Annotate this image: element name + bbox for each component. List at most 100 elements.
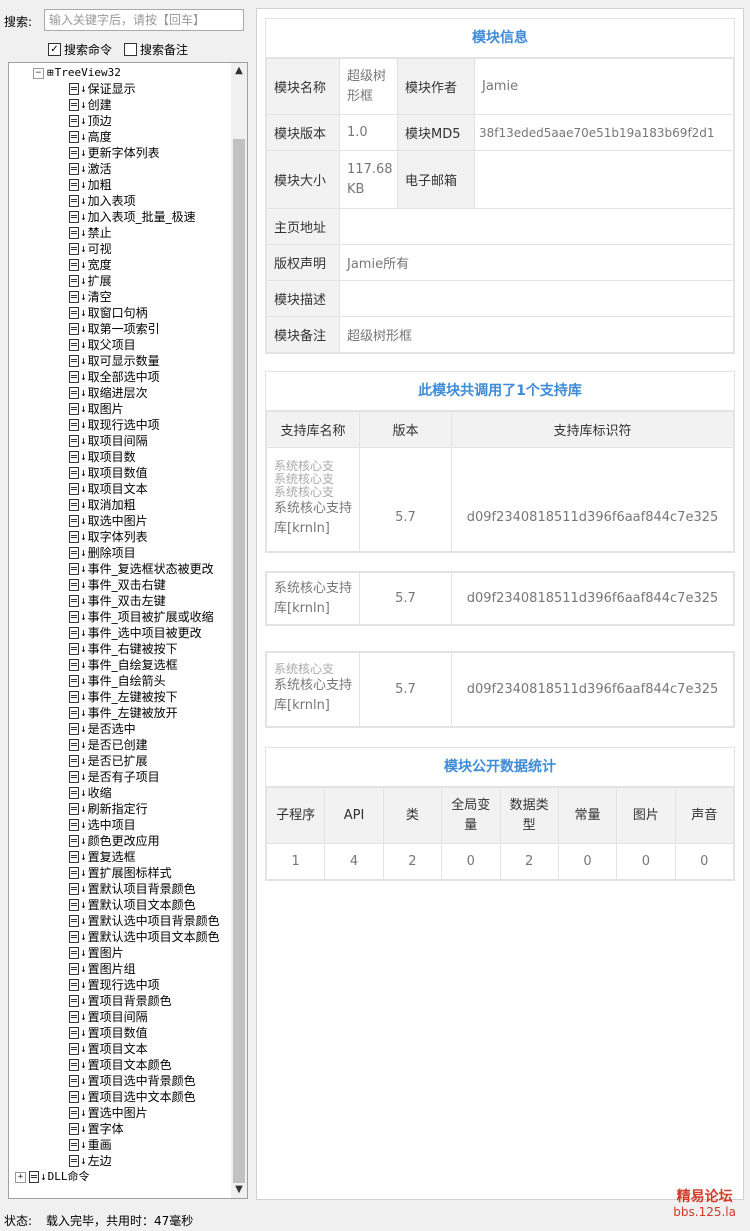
tree-item[interactable]: ↓ 置默认选中项目文本颜色 — [69, 929, 220, 945]
tree-item[interactable]: ↓ 刷新指定行 — [69, 801, 148, 817]
tree-item[interactable]: ↓ 选中项目 — [69, 817, 136, 833]
tree-item[interactable]: ↓ 取父项目 — [69, 337, 136, 353]
tree-item[interactable]: ↓ 事件_左键被按下 — [69, 689, 178, 705]
tree-item[interactable]: ↓ 置现行选中项 — [69, 977, 160, 993]
tree-item[interactable]: ↓ 取窗口句柄 — [69, 305, 148, 321]
tree-item[interactable]: ↓ 置默认项目背景颜色 — [69, 881, 196, 897]
tree-item[interactable]: ↓ 取项目文本 — [69, 481, 148, 497]
tree-item[interactable]: ↓ 取字体列表 — [69, 529, 148, 545]
collapse-icon[interactable]: − — [33, 67, 44, 79]
tree-dll-node[interactable]: + ↓ DLL命令 — [15, 1169, 90, 1185]
tree-item[interactable]: ↓ 置默认项目文本颜色 — [69, 897, 196, 913]
tree-item[interactable]: ↓ 取缩进层次 — [69, 385, 148, 401]
tree-item[interactable]: ↓ 置项目文本颜色 — [69, 1057, 172, 1073]
search-commands-label: 搜索命令 — [64, 43, 113, 57]
tree-item[interactable]: ↓ 置项目文本 — [69, 1041, 148, 1057]
tree-item[interactable]: ↓ 事件_选中项目被更改 — [69, 625, 202, 641]
tree-item[interactable]: ↓ 置项目数值 — [69, 1025, 148, 1041]
tree-item[interactable]: ↓ 置复选框 — [69, 849, 136, 865]
tree-item-label: 激活 — [87, 162, 112, 176]
tree-item[interactable]: ↓ 加入表项_批量_极速 — [69, 209, 196, 225]
tree-item[interactable]: ↓ 事件_复选框状态被更改 — [69, 561, 214, 577]
tree-item[interactable]: ↓ 事件_自绘箭头 — [69, 673, 166, 689]
lib-name-cell: 系统核心支 系统核心支持库[krnln] — [266, 652, 360, 727]
tree-item-label: 是否已扩展 — [87, 754, 148, 768]
tree-item[interactable]: ↓ 置图片组 — [69, 961, 136, 977]
tree-item[interactable]: ↓ 顶边 — [69, 113, 112, 129]
tree-item[interactable]: ↓ 重画 — [69, 1137, 112, 1153]
scroll-thumb[interactable] — [233, 139, 245, 1183]
tree-item-label: 置项目选中背景颜色 — [87, 1074, 196, 1088]
tree-item[interactable]: ↓ 删除项目 — [69, 545, 136, 561]
tree-item[interactable]: ↓ 事件_项目被扩展或收缩 — [69, 609, 214, 625]
tree-item[interactable]: ↓ 置字体 — [69, 1121, 124, 1137]
command-icon: ↓ — [69, 353, 87, 369]
tree-item[interactable]: ↓ 是否已扩展 — [69, 753, 148, 769]
tree-item[interactable]: ↓ 禁止 — [69, 225, 112, 241]
scroll-down-arrow-icon[interactable]: ▼ — [231, 1182, 247, 1198]
tree-item[interactable]: ↓ 置默认选中项目背景颜色 — [69, 913, 220, 929]
tree-scrollbar[interactable]: ▲ ▼ — [231, 63, 247, 1198]
tree-item-label: 取全部选中项 — [87, 370, 160, 384]
expand-icon[interactable]: + — [15, 1171, 26, 1183]
tree-item[interactable]: ↓ 扩展 — [69, 273, 112, 289]
tree-item-label: 刷新指定行 — [87, 802, 148, 816]
tree-item[interactable]: ↓ 收缩 — [69, 785, 112, 801]
command-icon: ↓ — [69, 1153, 87, 1169]
tree-item[interactable]: ↓ 取可显示数量 — [69, 353, 160, 369]
tree-item-label: 事件_复选框状态被更改 — [87, 562, 214, 576]
command-icon: ↓ — [69, 641, 87, 657]
module-author-value: Jamie — [474, 58, 734, 115]
tree-item[interactable]: ↓ 事件_双击右键 — [69, 577, 166, 593]
tree-item-label: 置项目文本颜色 — [87, 1058, 172, 1072]
search-input[interactable] — [44, 9, 244, 31]
tree-item[interactable]: ↓ 高度 — [69, 129, 112, 145]
tree-item[interactable]: ↓ 颜色更改应用 — [69, 833, 160, 849]
tree-item[interactable]: ↓ 激活 — [69, 161, 112, 177]
tree-item[interactable]: ↓ 是否已创建 — [69, 737, 148, 753]
tree-item[interactable]: ↓ 事件_双击左键 — [69, 593, 166, 609]
tree-item[interactable]: ↓ 宽度 — [69, 257, 112, 273]
support-libs-table: 支持库名称 版本 支持库标识符 系统核心支 系统核心支 系统核心支 系统核心支持… — [266, 411, 734, 552]
search-notes-checkbox[interactable]: 搜索备注 — [124, 41, 188, 58]
tree-item[interactable]: ↓ 置项目间隔 — [69, 1009, 148, 1025]
tree-item[interactable]: ↓ 保证显示 — [69, 81, 136, 97]
tree-item[interactable]: ↓ 创建 — [69, 97, 112, 113]
tree-item[interactable]: ↓ 置扩展图标样式 — [69, 865, 172, 881]
tree-item[interactable]: ↓ 取全部选中项 — [69, 369, 160, 385]
search-commands-checkbox[interactable]: ✓ 搜索命令 — [48, 41, 112, 58]
tree-item[interactable]: ↓ 事件_自绘复选框 — [69, 657, 178, 673]
tree-item[interactable]: ↓ 加粗 — [69, 177, 112, 193]
scroll-up-arrow-icon[interactable]: ▲ — [231, 63, 247, 79]
tree-item[interactable]: ↓ 清空 — [69, 289, 112, 305]
tree-item[interactable]: ↓ 加入表项 — [69, 193, 136, 209]
status-text: 载入完毕，共用时：47毫秒 — [46, 1214, 194, 1228]
tree-item[interactable]: ↓ 置选中图片 — [69, 1105, 148, 1121]
tree-item[interactable]: ↓ 是否选中 — [69, 721, 136, 737]
command-icon: ↓ — [69, 849, 87, 865]
command-icon: ↓ — [69, 1009, 87, 1025]
tree-item[interactable]: ↓ 可视 — [69, 241, 112, 257]
tree-item[interactable]: ↓ 取图片 — [69, 401, 124, 417]
tree-item[interactable]: ↓ 取第一项索引 — [69, 321, 160, 337]
tree-root-node[interactable]: − ⊞ TreeView32 — [33, 65, 121, 81]
tree-item-label: 事件_选中项目被更改 — [87, 626, 202, 640]
tree-item[interactable]: ↓ 事件_右键被按下 — [69, 641, 178, 657]
tree-item[interactable]: ↓ 左边 — [69, 1153, 112, 1169]
tree-item[interactable]: ↓ 置项目背景颜色 — [69, 993, 172, 1009]
tree-item[interactable]: ↓ 更新字体列表 — [69, 145, 160, 161]
command-icon: ↓ — [69, 977, 87, 993]
tree-item[interactable]: ↓ 取项目数 — [69, 449, 136, 465]
tree-item[interactable]: ↓ 取现行选中项 — [69, 417, 160, 433]
tree-item-label: 事件_左键被放开 — [87, 706, 178, 720]
tree-item[interactable]: ↓ 置项目选中背景颜色 — [69, 1073, 196, 1089]
tree-item[interactable]: ↓ 事件_左键被放开 — [69, 705, 178, 721]
tree-item[interactable]: ↓ 取项目数值 — [69, 465, 148, 481]
tree-item[interactable]: ↓ 是否有子项目 — [69, 769, 160, 785]
tree-item[interactable]: ↓ 置项目选中文本颜色 — [69, 1089, 196, 1105]
tree-item[interactable]: ↓ 取项目间隔 — [69, 433, 148, 449]
tree-item[interactable]: ↓ 取消加粗 — [69, 497, 136, 513]
tree-item[interactable]: ↓ 置图片 — [69, 945, 124, 961]
tree-item[interactable]: ↓ 取选中图片 — [69, 513, 148, 529]
command-tree[interactable]: − ⊞ TreeView32 ↓ 保证显示 ↓ 创建 ↓ 顶边 ↓ 高度 ↓ 更新字体列表 ↓ 激活 ↓… — [8, 62, 248, 1199]
